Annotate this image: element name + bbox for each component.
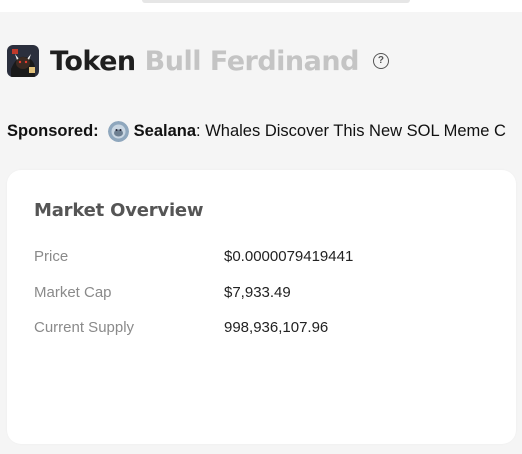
token-label: Token <box>50 45 136 77</box>
row-value: 998,936,107.96 <box>224 319 329 336</box>
row-label: Price <box>34 248 69 265</box>
sponsor-avatar <box>107 120 129 142</box>
token-name: Bull Ferdinand <box>144 45 360 77</box>
row-label: Market Cap <box>34 284 112 301</box>
row-value: $7,933.49 <box>224 284 291 301</box>
sponsored-label: Sponsored: <box>7 121 99 140</box>
sponsor-link[interactable]: Sealana <box>134 122 196 141</box>
token-header: Token Bull Ferdinand ? <box>7 43 389 79</box>
card-title: Market Overview <box>34 200 204 221</box>
current-supply-row: Current Supply 998,936,107.96 <box>34 319 328 336</box>
top-strip <box>0 0 522 12</box>
row-label: Current Supply <box>34 319 135 336</box>
row-value: $0.0000079419441 <box>224 248 354 265</box>
token-logo <box>7 45 39 77</box>
sponsor-text[interactable]: : Whales Discover This New SOL Meme C <box>196 122 506 141</box>
market-cap-row: Market Cap $7,933.49 <box>34 284 291 301</box>
top-divider <box>142 0 410 3</box>
price-row: Price $0.0000079419441 <box>34 248 353 265</box>
help-circle-icon[interactable]: ? <box>372 53 389 69</box>
market-overview-card: Market Overview Price $0.0000079419441 M… <box>7 170 516 444</box>
sponsored-banner[interactable]: Sponsored: Sealana : Whales Discover Thi… <box>7 118 522 144</box>
